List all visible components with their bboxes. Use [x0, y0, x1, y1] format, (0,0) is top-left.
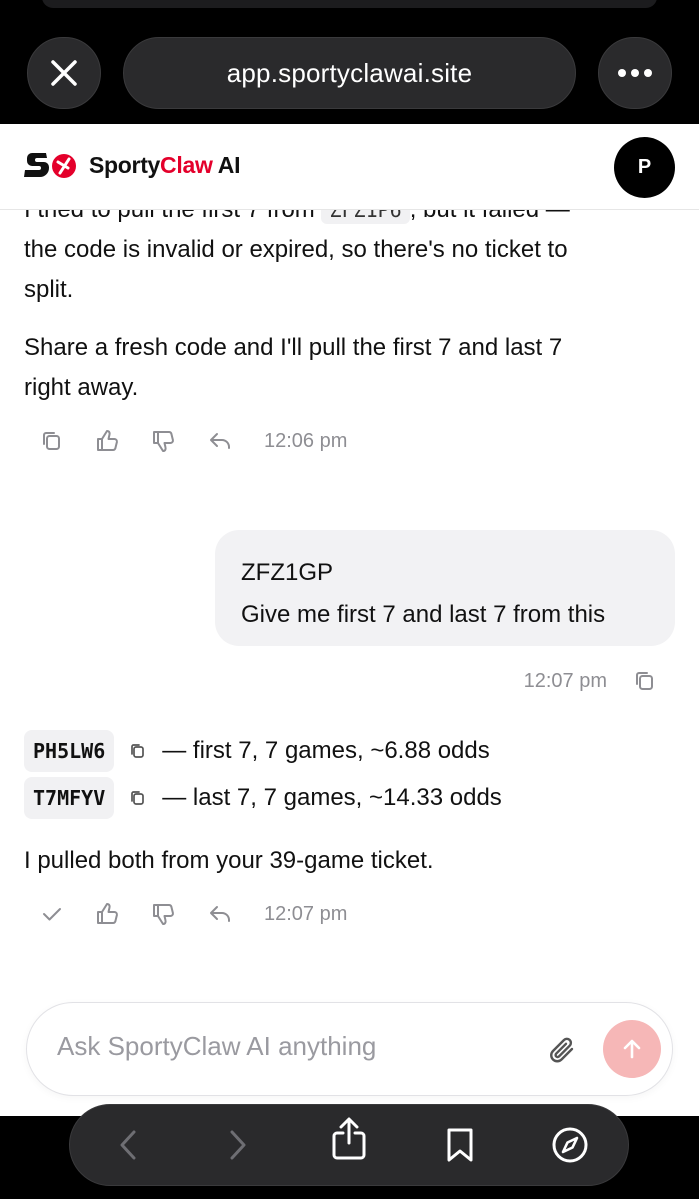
- share-icon: [332, 1117, 366, 1160]
- thumbs-up-icon: [97, 903, 118, 924]
- reply-icon: [210, 433, 230, 449]
- thumbs-up-button[interactable]: [94, 900, 122, 928]
- user-message-meta: 12:07 pm: [522, 667, 659, 695]
- booking-code[interactable]: PH5LW6: [24, 730, 115, 772]
- compass-button[interactable]: [550, 1125, 590, 1165]
- reply-button[interactable]: [206, 427, 234, 455]
- bookmark-icon: [447, 1128, 473, 1162]
- browser-top-bar: app.sportyclawai.site: [0, 0, 699, 124]
- paperclip-icon: [550, 1037, 574, 1063]
- user-message-line: ZFZ1GP: [241, 559, 334, 586]
- checkmark-icon: [43, 908, 61, 921]
- url-text: app.sportyclawai.site: [226, 57, 473, 88]
- thumbs-down-button[interactable]: [150, 427, 178, 455]
- copy-button[interactable]: [38, 427, 66, 455]
- send-button[interactable]: [603, 1020, 661, 1078]
- brand-name: SportyClaw AI: [89, 152, 240, 179]
- message-actions: 12:07 pm: [38, 894, 347, 934]
- copied-button[interactable]: [38, 900, 66, 928]
- booking-code-description: — first 7, 7 games, ~6.88 odds: [162, 737, 490, 764]
- booking-code-description: — last 7, 7 games, ~14.33 odds: [162, 784, 502, 811]
- bookmarks-button[interactable]: [440, 1125, 480, 1165]
- close-icon: [51, 60, 77, 86]
- copy-code-button[interactable]: [126, 786, 150, 810]
- chevron-right-icon: [230, 1130, 246, 1160]
- chevron-left-icon: [120, 1130, 136, 1160]
- booking-code-row: PH5LW6 — first 7, 7 games, ~6.88 odds: [24, 730, 490, 772]
- booking-code[interactable]: T7MFYV: [24, 777, 115, 819]
- thumbs-down-icon: [153, 904, 174, 925]
- message-timestamp: 12:06 pm: [264, 429, 348, 452]
- reply-button[interactable]: [206, 900, 234, 928]
- web-page: I tried to pull the first 7 from ZFZ1P6,…: [0, 124, 699, 1116]
- attach-button[interactable]: [545, 1033, 579, 1067]
- compass-icon: [552, 1127, 588, 1163]
- thumbs-up-icon: [97, 430, 118, 451]
- back-button[interactable]: [108, 1125, 148, 1165]
- copy-icon: [43, 432, 60, 450]
- app-header: SportyClaw AI P: [0, 124, 699, 210]
- message-composer: [26, 1002, 673, 1096]
- close-button[interactable]: [27, 37, 101, 109]
- copy-icon: [131, 791, 145, 805]
- message-line: right away.: [24, 374, 139, 401]
- chat-thread[interactable]: I tried to pull the first 7 from ZFZ1P6,…: [0, 124, 699, 1116]
- message-actions: 12:06 pm: [38, 421, 347, 461]
- browser-toolbar: [69, 1104, 629, 1186]
- forward-button[interactable]: [218, 1125, 258, 1165]
- thumbs-down-icon: [153, 431, 174, 452]
- copy-icon: [636, 672, 653, 690]
- brand-part: Sporty: [89, 152, 161, 178]
- user-message-line: Give me first 7 and last 7 from this: [241, 601, 606, 628]
- share-button[interactable]: [329, 1117, 369, 1160]
- ellipsis-icon: [618, 69, 652, 77]
- chat-input[interactable]: [57, 1031, 517, 1062]
- message-line: split.: [24, 276, 74, 303]
- message-line: Share a fresh code and I'll pull the fir…: [24, 334, 563, 361]
- copy-code-button[interactable]: [126, 739, 150, 763]
- copy-icon: [131, 744, 145, 758]
- brand-part: Claw: [160, 152, 213, 178]
- copy-button[interactable]: [631, 667, 659, 695]
- user-message-bubble: ZFZ1GP Give me first 7 and last 7 from t…: [215, 530, 675, 646]
- address-bar[interactable]: app.sportyclawai.site: [123, 37, 576, 109]
- arrow-up-icon: [623, 1039, 641, 1059]
- brand-part: AI: [212, 152, 241, 178]
- thumbs-up-button[interactable]: [94, 427, 122, 455]
- user-avatar[interactable]: P: [614, 137, 675, 198]
- thumbs-down-button[interactable]: [150, 900, 178, 928]
- more-options-button[interactable]: [598, 37, 672, 109]
- booking-code-row: T7MFYV — last 7, 7 games, ~14.33 odds: [24, 777, 502, 819]
- browser-tab-edge: [42, 0, 657, 8]
- sportyclaw-logo-icon: [24, 153, 76, 178]
- message-timestamp: 12:07 pm: [264, 902, 348, 925]
- message-timestamp: 12:07 pm: [523, 669, 607, 692]
- message-line: the code is invalid or expired, so there…: [24, 236, 568, 263]
- reply-icon: [210, 906, 230, 922]
- message-line: I pulled both from your 39-game ticket.: [24, 847, 434, 874]
- browser-bottom-bar: [0, 1104, 699, 1199]
